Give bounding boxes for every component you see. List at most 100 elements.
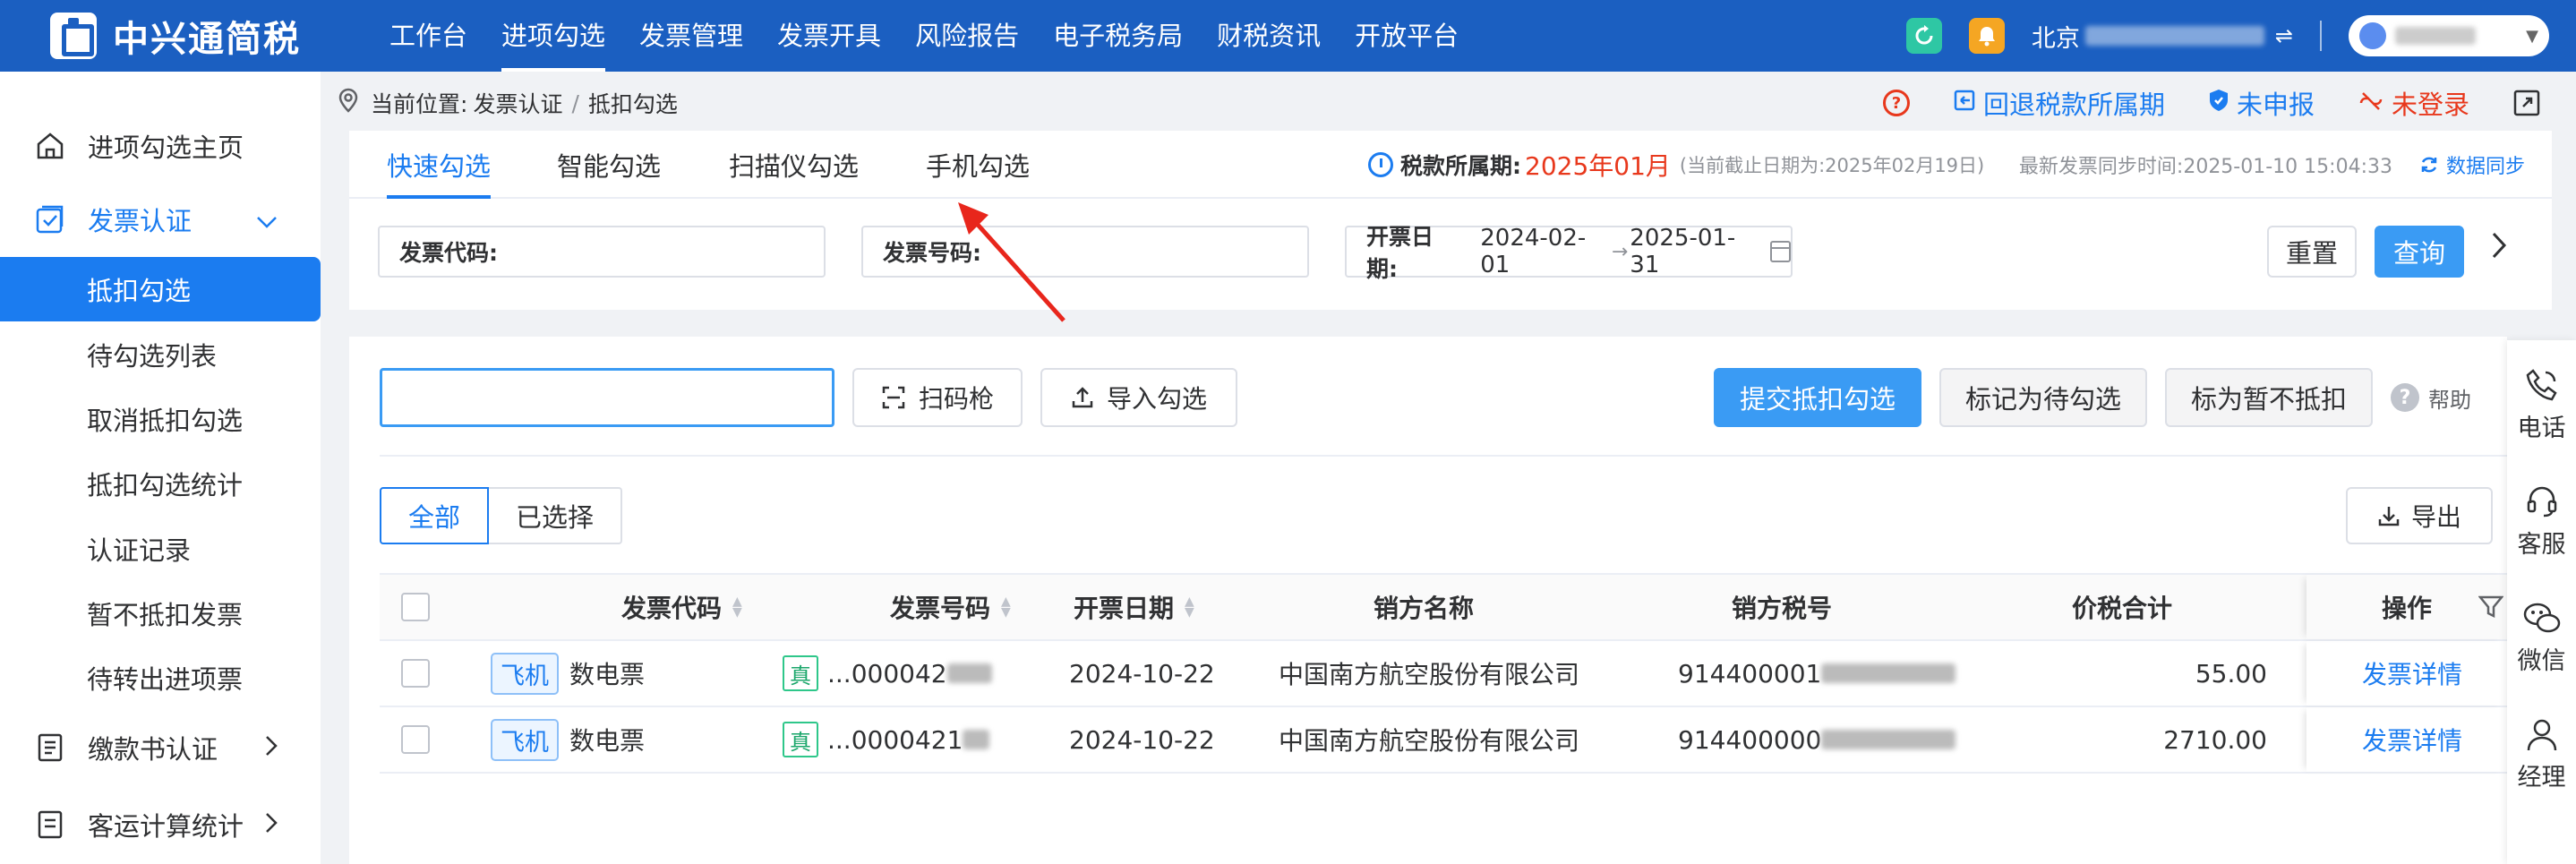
- sidebar-item-payment-auth[interactable]: 缴款书认证: [0, 716, 321, 779]
- sidebar-sub-no-deduct[interactable]: 暂不抵扣发票: [0, 581, 321, 646]
- nav-workbench[interactable]: 工作台: [372, 0, 484, 72]
- user-menu[interactable]: ▼: [2349, 15, 2549, 56]
- main-nav: 工作台 进项勾选 发票管理 发票开具 风险报告 电子税务局 财税资讯 开放平台: [372, 0, 1476, 72]
- sidebar-sub-cancel-deduct[interactable]: 取消抵扣勾选: [0, 387, 321, 451]
- header-invoice-code[interactable]: 发票代码 ▲ ▼: [621, 575, 742, 639]
- mark-no-deduct-button[interactable]: 标为暂不抵扣: [2165, 368, 2373, 427]
- authentic-badge: 真: [783, 655, 818, 691]
- contact-support[interactable]: 客服: [2507, 483, 2576, 560]
- nav-input-selection[interactable]: 进项勾选: [484, 0, 622, 72]
- header-total-amount: 价税合计: [2072, 594, 2173, 623]
- nav-e-tax-bureau[interactable]: 电子税务局: [1036, 0, 1200, 72]
- sidebar: 进项勾选主页 发票认证 抵扣勾选 待勾选列表 取消抵扣勾选 抵扣勾选统计 认证记…: [0, 72, 321, 864]
- sort-icon: ▲ ▼: [732, 595, 742, 620]
- scanner-button[interactable]: 扫码枪: [852, 368, 1023, 427]
- divider: [2320, 21, 2322, 51]
- redacted-text: [1821, 730, 1956, 749]
- calendar-icon: [1769, 241, 1792, 262]
- avatar: [2359, 22, 2386, 49]
- invoice-number-field[interactable]: 发票号码:: [861, 226, 1309, 278]
- header-seller-tax-id: 销方税号: [1732, 594, 1833, 623]
- invoice-code-field[interactable]: 发票代码:: [378, 226, 826, 278]
- total-amount: 55.00: [2195, 658, 2267, 689]
- login-status[interactable]: 未登录: [2358, 84, 2469, 122]
- home-icon: [34, 130, 66, 162]
- sidebar-sub-pending-list[interactable]: 待勾选列表: [0, 322, 321, 387]
- scan-code-input[interactable]: [380, 368, 834, 427]
- reset-button[interactable]: 重置: [2267, 226, 2357, 278]
- sidebar-sub-transfer-out[interactable]: 待转出进项票: [0, 646, 321, 710]
- query-button[interactable]: 查询: [2375, 226, 2464, 278]
- sync-icon: [2421, 157, 2437, 173]
- operation-cell: 发票详情: [2306, 707, 2507, 772]
- sort-icon: ▲ ▼: [1001, 595, 1011, 620]
- submit-deduct-button[interactable]: 提交抵扣勾选: [1714, 368, 1921, 427]
- refresh-icon[interactable]: [1905, 18, 1942, 54]
- tax-period: 税款所属期: 2025年01月 (当前截止日期为:2025年02月19日): [1368, 131, 1984, 199]
- help-circle-button[interactable]: ?: [1882, 90, 1910, 116]
- nav-invoice-management[interactable]: 发票管理: [622, 0, 760, 72]
- declare-status[interactable]: 未申报: [2208, 84, 2315, 122]
- invoice-detail-link[interactable]: 发票详情: [2362, 707, 2462, 772]
- header-invoice-number[interactable]: 发票号码 ▲ ▼: [890, 575, 1011, 639]
- segment-selected[interactable]: 已选择: [489, 487, 623, 544]
- rollback-period-button[interactable]: 回退税款所属期: [1953, 84, 2165, 122]
- segment-all[interactable]: 全部: [380, 487, 490, 544]
- sidebar-item-invoice-auth[interactable]: 发票认证: [0, 188, 321, 251]
- date-end[interactable]: 2025-01-31: [1630, 225, 1759, 278]
- invoice-type: 飞机 数电票: [491, 707, 645, 772]
- issue-date-range[interactable]: 开票日期: 2024-02-01 → 2025-01-31: [1345, 224, 1793, 282]
- chevron-right-icon[interactable]: [2491, 231, 2507, 268]
- person-icon: [2527, 719, 2556, 751]
- tax-period-note: (当前截止日期为:2025年02月19日): [1679, 155, 1985, 176]
- top-navbar: 中兴通简税 工作台 进项勾选 发票管理 发票开具 风险报告 电子税务局 财税资讯…: [0, 0, 2576, 72]
- sidebar-sub-auth-records[interactable]: 认证记录: [0, 517, 321, 581]
- bell-icon[interactable]: [1968, 18, 2005, 54]
- sidebar-sub-deduct-stats[interactable]: 抵扣勾选统计: [0, 451, 321, 516]
- fullscreen-icon[interactable]: [2512, 89, 2541, 117]
- user-name-blurred: [2395, 27, 2476, 45]
- tab-scanner-select[interactable]: 扫描仪勾选: [729, 131, 859, 199]
- tab-mobile-select[interactable]: 手机勾选: [926, 131, 1030, 199]
- invoice-detail-link[interactable]: 发票详情: [2362, 641, 2462, 706]
- sort-icon: ▲ ▼: [1185, 595, 1194, 620]
- select-all-checkbox[interactable]: [401, 575, 430, 639]
- tab-smart-select[interactable]: 智能勾选: [557, 131, 661, 199]
- export-button[interactable]: 导出: [2346, 487, 2493, 544]
- header-issue-date[interactable]: 开票日期 ▲ ▼: [1074, 575, 1194, 639]
- location-pin-icon: [338, 88, 358, 118]
- question-icon: ?: [1882, 90, 1910, 116]
- table-row[interactable]: 飞机 数电票 真 ...0000421 2024-10-22 中国南方航空股份有…: [380, 707, 2507, 774]
- sidebar-item-passenger-stats[interactable]: 客运计算统计: [0, 793, 321, 856]
- clock-icon: [1368, 152, 1393, 177]
- seller-tax-id: 914400000: [1678, 707, 1956, 772]
- data-sync-link[interactable]: 数据同步: [2419, 150, 2525, 179]
- nav-open-platform[interactable]: 开放平台: [1338, 0, 1476, 72]
- sidebar-item-home[interactable]: 进项勾选主页: [0, 115, 321, 177]
- row-checkbox[interactable]: [401, 641, 430, 706]
- contact-wechat[interactable]: 微信: [2507, 600, 2576, 676]
- checkbox-icon: [34, 203, 66, 235]
- row-checkbox[interactable]: [401, 707, 430, 772]
- flight-tag: 飞机: [491, 718, 559, 761]
- filter-icon[interactable]: [2478, 575, 2503, 639]
- upload-icon: [1072, 387, 1093, 408]
- mark-pending-button[interactable]: 标记为待勾选: [1939, 368, 2147, 427]
- nav-risk-report[interactable]: 风险报告: [898, 0, 1036, 72]
- app-logo[interactable]: 中兴通简税: [50, 10, 372, 62]
- help-link[interactable]: ? 帮助: [2391, 368, 2471, 427]
- tab-quick-select[interactable]: 快速勾选: [387, 131, 492, 199]
- company-name: 北京: [2031, 24, 2080, 53]
- sync-info: 最新发票同步时间:2025-01-10 15:04:33 数据同步: [2019, 131, 2525, 199]
- import-select-button[interactable]: 导入勾选: [1040, 368, 1237, 427]
- company-switcher[interactable]: 北京 ⇌: [2032, 19, 2293, 54]
- nav-finance-news[interactable]: 财税资讯: [1200, 0, 1338, 72]
- contact-manager[interactable]: 经理: [2507, 716, 2576, 792]
- sidebar-sub-deduct-select[interactable]: 抵扣勾选: [0, 257, 321, 321]
- nav-invoice-issue[interactable]: 发票开具: [760, 0, 898, 72]
- breadcrumb-item[interactable]: 发票认证: [473, 87, 562, 119]
- table-row[interactable]: 飞机 数电票 真 ...000042 2024-10-22 中国南方航空股份有限…: [380, 641, 2507, 707]
- date-start[interactable]: 2024-02-01: [1480, 225, 1610, 278]
- shield-icon: [2208, 88, 2229, 119]
- contact-phone[interactable]: 电话: [2507, 367, 2576, 443]
